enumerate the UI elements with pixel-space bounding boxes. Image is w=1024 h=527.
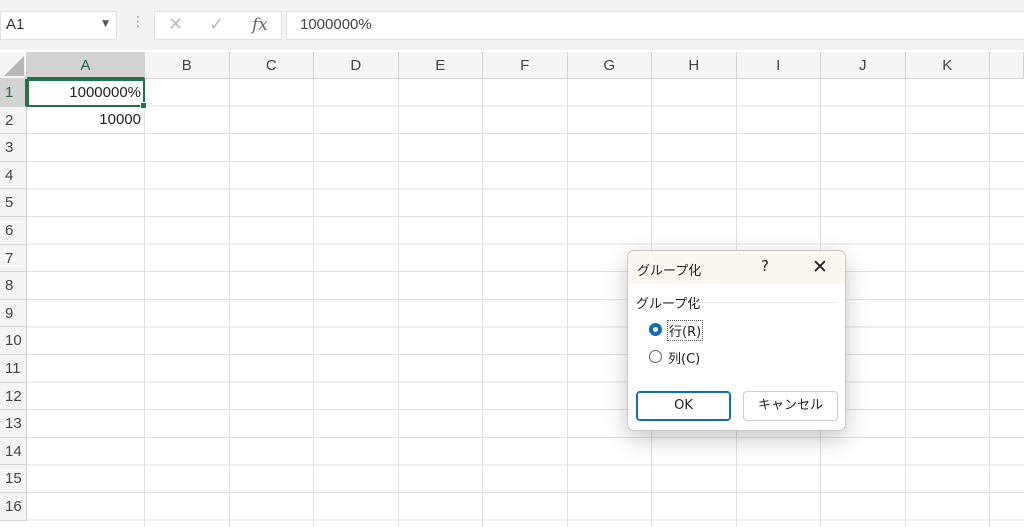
row-header-6[interactable]: 6	[0, 216, 27, 245]
radio-columns-label[interactable]: 列(C)	[668, 348, 700, 367]
cancel-entry-icon[interactable]: ✕	[168, 14, 183, 35]
radio-rows-label[interactable]: 行(R)	[666, 320, 704, 341]
row-header-2[interactable]: 2	[0, 106, 27, 135]
fill-handle[interactable]	[140, 102, 147, 109]
chevron-down-icon[interactable]: ▼	[102, 19, 109, 29]
formula-input[interactable]: 1000000%	[286, 11, 1024, 40]
formula-text: 1000000%	[300, 16, 372, 33]
group-dialog: グループ化 ? ✕ グループ化 行(R) 列(C) OK キャンセル	[627, 250, 846, 431]
insert-function-icon[interactable]: fx	[252, 15, 268, 35]
column-headers: A B C D E F G H I J K	[27, 52, 1024, 79]
radio-columns[interactable]	[649, 350, 662, 363]
row-header-13[interactable]: 13	[0, 410, 27, 438]
row-header-12[interactable]: 12	[0, 382, 27, 411]
gridline	[313, 79, 314, 527]
cancel-button[interactable]: キャンセル	[743, 391, 838, 421]
radio-rows[interactable]	[649, 323, 662, 336]
row-header-10[interactable]: 10	[0, 327, 27, 355]
row-header-8[interactable]: 8	[0, 272, 27, 300]
name-box-value: A1	[6, 16, 25, 33]
row-header-5[interactable]: 5	[0, 189, 27, 217]
column-header-h[interactable]: H	[652, 52, 737, 79]
confirm-entry-icon[interactable]: ✓	[209, 14, 224, 35]
cell-area[interactable]: 1000000% 10000	[27, 79, 1024, 527]
row-header-1[interactable]: 1	[0, 79, 27, 107]
row-header-11[interactable]: 11	[0, 354, 27, 383]
cell-a1[interactable]: 1000000%	[27, 84, 141, 101]
dialog-titlebar[interactable]: グループ化 ? ✕	[628, 251, 845, 284]
formula-bar-area: A1 ▼ ⋮ ✕ ✓ fx 1000000%	[0, 0, 1024, 50]
select-all-button[interactable]	[0, 52, 27, 79]
row-header-16[interactable]: 16	[0, 492, 27, 521]
help-icon[interactable]: ?	[761, 257, 769, 275]
worksheet-grid: A B C D E F G H I J K 1 2 3 4 5 6 7 8 9 …	[0, 52, 1024, 527]
column-header-b[interactable]: B	[145, 52, 230, 79]
row-header-3[interactable]: 3	[0, 134, 27, 162]
close-icon[interactable]: ✕	[812, 256, 828, 278]
column-header-a[interactable]: A	[27, 52, 145, 79]
gridline	[989, 79, 990, 527]
select-all-icon	[4, 56, 24, 76]
dialog-title: グループ化	[637, 264, 702, 279]
column-header-l[interactable]	[990, 52, 1024, 79]
gridline	[397, 79, 399, 527]
column-header-i[interactable]: I	[736, 52, 821, 79]
ok-button[interactable]: OK	[636, 391, 731, 421]
gridline	[566, 79, 568, 527]
name-box[interactable]: A1 ▼	[0, 11, 117, 40]
column-header-d[interactable]: D	[314, 52, 399, 79]
column-header-f[interactable]: F	[483, 52, 568, 79]
column-header-k[interactable]: K	[905, 52, 990, 79]
column-header-j[interactable]: J	[821, 52, 906, 79]
row-header-7[interactable]: 7	[0, 244, 27, 273]
row-header-14[interactable]: 14	[0, 437, 27, 466]
row-header-9[interactable]: 9	[0, 299, 27, 328]
column-header-g[interactable]: G	[567, 52, 652, 79]
row-header-15[interactable]: 15	[0, 465, 27, 493]
more-options-icon[interactable]: ⋮	[131, 14, 145, 30]
gridline	[482, 79, 483, 527]
column-header-e[interactable]: E	[398, 52, 483, 79]
cell-a2[interactable]: 10000	[27, 111, 141, 128]
gridline	[144, 79, 145, 527]
gridline	[904, 79, 906, 527]
column-header-c[interactable]: C	[229, 52, 314, 79]
formula-buttons: ✕ ✓ fx	[154, 11, 282, 40]
row-headers: 1 2 3 4 5 6 7 8 9 10 11 12 13 14 15 16	[0, 79, 27, 521]
row-header-4[interactable]: 4	[0, 161, 27, 190]
gridline	[228, 79, 230, 527]
divider	[691, 302, 837, 303]
